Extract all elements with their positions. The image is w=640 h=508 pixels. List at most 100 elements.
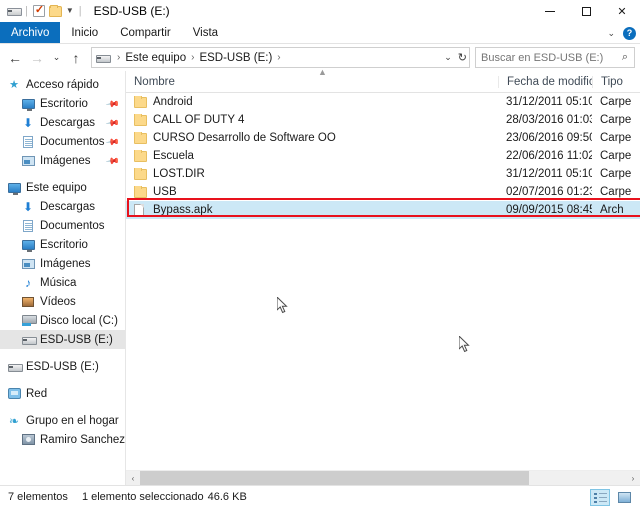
table-row[interactable]: Android 31/12/2011 05:10 ... Carpe xyxy=(126,93,640,111)
customize-caret-icon[interactable]: ▼ xyxy=(66,7,74,15)
tab-inicio[interactable]: Inicio xyxy=(60,22,109,43)
close-button[interactable]: ✕ xyxy=(604,0,640,22)
table-row[interactable]: Escuela 22/06/2016 11:02 ... Carpe xyxy=(126,147,640,165)
search-icon[interactable]: ⌕ xyxy=(622,51,628,64)
sidebar-item-escritorio-equipo[interactable]: Escritorio xyxy=(0,235,125,254)
cell-name[interactable]: Escuela xyxy=(126,150,498,162)
cell-name[interactable]: USB xyxy=(126,186,498,198)
breadcrumb-item-1[interactable]: ESD-USB (E:) xyxy=(198,52,273,64)
table-row[interactable]: CURSO Desarrollo de Software OO 23/06/20… xyxy=(126,129,640,147)
item-count-label: 7 elementos xyxy=(8,491,68,503)
large-icons-view-button[interactable] xyxy=(614,489,634,506)
forward-button[interactable]: → xyxy=(27,47,47,69)
sidebar-item-grupo-en-el-hogar[interactable]: ❧ Grupo en el hogar xyxy=(0,411,125,430)
cell-date: 31/12/2011 05:10 ... xyxy=(506,168,592,180)
cell-date: 02/07/2016 01:23 ... xyxy=(506,186,592,198)
cell-name[interactable]: Android xyxy=(126,96,498,108)
chevron-down-icon[interactable]: ⌄ xyxy=(607,28,615,39)
sidebar-label: Descargas xyxy=(40,200,95,213)
search-box[interactable]: ⌕ xyxy=(475,47,635,68)
sidebar-item-este-equipo[interactable]: Este equipo xyxy=(0,178,125,197)
cell-date: 28/03/2016 01:03 ... xyxy=(506,114,592,126)
folder-icon xyxy=(134,168,148,180)
column-header-fecha[interactable]: Fecha de modifica... xyxy=(498,75,592,88)
table-row[interactable]: LOST.DIR 31/12/2011 05:10 ... Carpe xyxy=(126,165,640,183)
column-header-tipo[interactable]: Tipo xyxy=(592,75,636,88)
scrollbar-thumb[interactable] xyxy=(140,470,529,486)
usb-drive-icon xyxy=(6,363,23,372)
breadcrumb-controls: ⌄ ↻ xyxy=(444,48,467,67)
cell-name[interactable]: LOST.DIR xyxy=(126,168,498,180)
cell-type: Carpe xyxy=(600,168,632,180)
sidebar-item-documentos[interactable]: Documentos 📌 xyxy=(0,132,125,151)
pin-icon[interactable]: 📌 xyxy=(105,154,120,170)
file-icon xyxy=(134,204,148,216)
folder-icon xyxy=(134,114,148,126)
sidebar-label: Disco local (C:) xyxy=(40,314,118,327)
sidebar-label: Grupo en el hogar xyxy=(26,414,119,427)
sidebar-item-imagenes-equipo[interactable]: Imágenes xyxy=(0,254,125,273)
recent-locations-icon[interactable]: ⌄ xyxy=(49,47,64,69)
document-icon xyxy=(20,135,36,148)
details-view-button[interactable] xyxy=(590,489,610,506)
tab-archivo[interactable]: Archivo xyxy=(0,22,61,43)
maximize-button[interactable] xyxy=(568,0,604,22)
sidebar-item-ramiro-sanchez[interactable]: Ramiro Sanchez xyxy=(0,430,125,449)
scrollbar-track[interactable] xyxy=(140,470,626,486)
column-header-nombre[interactable]: Nombre xyxy=(126,76,498,88)
back-button[interactable]: ← xyxy=(5,47,25,69)
horizontal-scrollbar[interactable]: ‹ › xyxy=(126,470,640,486)
file-name-label: USB xyxy=(153,186,177,198)
cell-name[interactable]: Bypass.apk xyxy=(126,204,498,216)
breadcrumb-separator-0: › xyxy=(117,52,121,63)
breadcrumb[interactable]: › Este equipo › ESD-USB (E:) › ⌄ ↻ xyxy=(91,47,470,68)
cell-date: 23/06/2016 09:50 a... xyxy=(506,132,592,144)
pin-icon[interactable]: 📌 xyxy=(105,97,120,113)
sidebar-item-disco-local-c[interactable]: Disco local (C:) xyxy=(0,311,125,330)
monitor-icon xyxy=(20,239,36,252)
column-headers: ▲ Nombre Fecha de modifica... Tipo xyxy=(126,67,640,93)
breadcrumb-dropdown-icon[interactable]: ⌄ xyxy=(444,52,452,63)
scroll-right-arrow-icon[interactable]: › xyxy=(626,474,640,483)
folder-icon xyxy=(134,150,148,162)
table-row-selected[interactable]: Bypass.apk 09/09/2015 08:45 ... Arch xyxy=(126,201,640,219)
sidebar-item-esd-usb-root[interactable]: ESD-USB (E:) xyxy=(0,357,125,376)
window-controls: ✕ xyxy=(532,0,640,22)
pin-icon[interactable]: 📌 xyxy=(105,116,120,132)
properties-icon[interactable] xyxy=(32,3,45,17)
sidebar-item-esd-usb-e[interactable]: ESD-USB (E:) xyxy=(0,330,125,349)
breadcrumb-item-0[interactable]: Este equipo xyxy=(124,52,187,64)
minimize-button[interactable] xyxy=(532,0,568,22)
sidebar-item-documentos-equipo[interactable]: Documentos xyxy=(0,216,125,235)
sidebar-item-musica[interactable]: ♪ Música xyxy=(0,273,125,292)
search-input[interactable] xyxy=(481,51,616,64)
refresh-icon[interactable]: ↻ xyxy=(458,51,467,64)
new-folder-icon[interactable] xyxy=(48,4,62,17)
sidebar-item-red[interactable]: Red xyxy=(0,384,125,403)
sidebar-item-descargas-equipo[interactable]: ⬇ Descargas xyxy=(0,197,125,216)
sidebar-item-acceso-rapido[interactable]: ★ Acceso rápido xyxy=(0,75,125,94)
table-row[interactable]: USB 02/07/2016 01:23 ... Carpe xyxy=(126,183,640,201)
scroll-left-arrow-icon[interactable]: ‹ xyxy=(126,474,140,483)
sidebar-item-imagenes[interactable]: Imágenes 📌 xyxy=(0,151,125,170)
sidebar-item-descargas[interactable]: ⬇ Descargas 📌 xyxy=(0,113,125,132)
up-button[interactable]: ↑ xyxy=(66,47,86,69)
cell-name[interactable]: CURSO Desarrollo de Software OO xyxy=(126,132,498,144)
pin-icon[interactable]: 📌 xyxy=(105,135,120,151)
navigation-pane[interactable]: ★ Acceso rápido Escritorio 📌 ⬇ Descargas… xyxy=(0,71,126,485)
tab-vista[interactable]: Vista xyxy=(182,22,229,43)
help-icon[interactable]: ? xyxy=(623,26,636,40)
sidebar-item-escritorio[interactable]: Escritorio 📌 xyxy=(0,94,125,113)
drive-icon[interactable] xyxy=(7,6,22,16)
tab-compartir[interactable]: Compartir xyxy=(109,22,181,43)
document-icon xyxy=(20,219,36,232)
table-row[interactable]: CALL OF DUTY 4 28/03/2016 01:03 ... Carp… xyxy=(126,111,640,129)
sidebar-item-videos[interactable]: Vídeos xyxy=(0,292,125,311)
cell-type: Carpe xyxy=(600,96,632,108)
cell-name[interactable]: CALL OF DUTY 4 xyxy=(126,114,498,126)
music-note-icon: ♪ xyxy=(25,275,31,290)
cell-date: 22/06/2016 11:02 ... xyxy=(506,150,592,162)
